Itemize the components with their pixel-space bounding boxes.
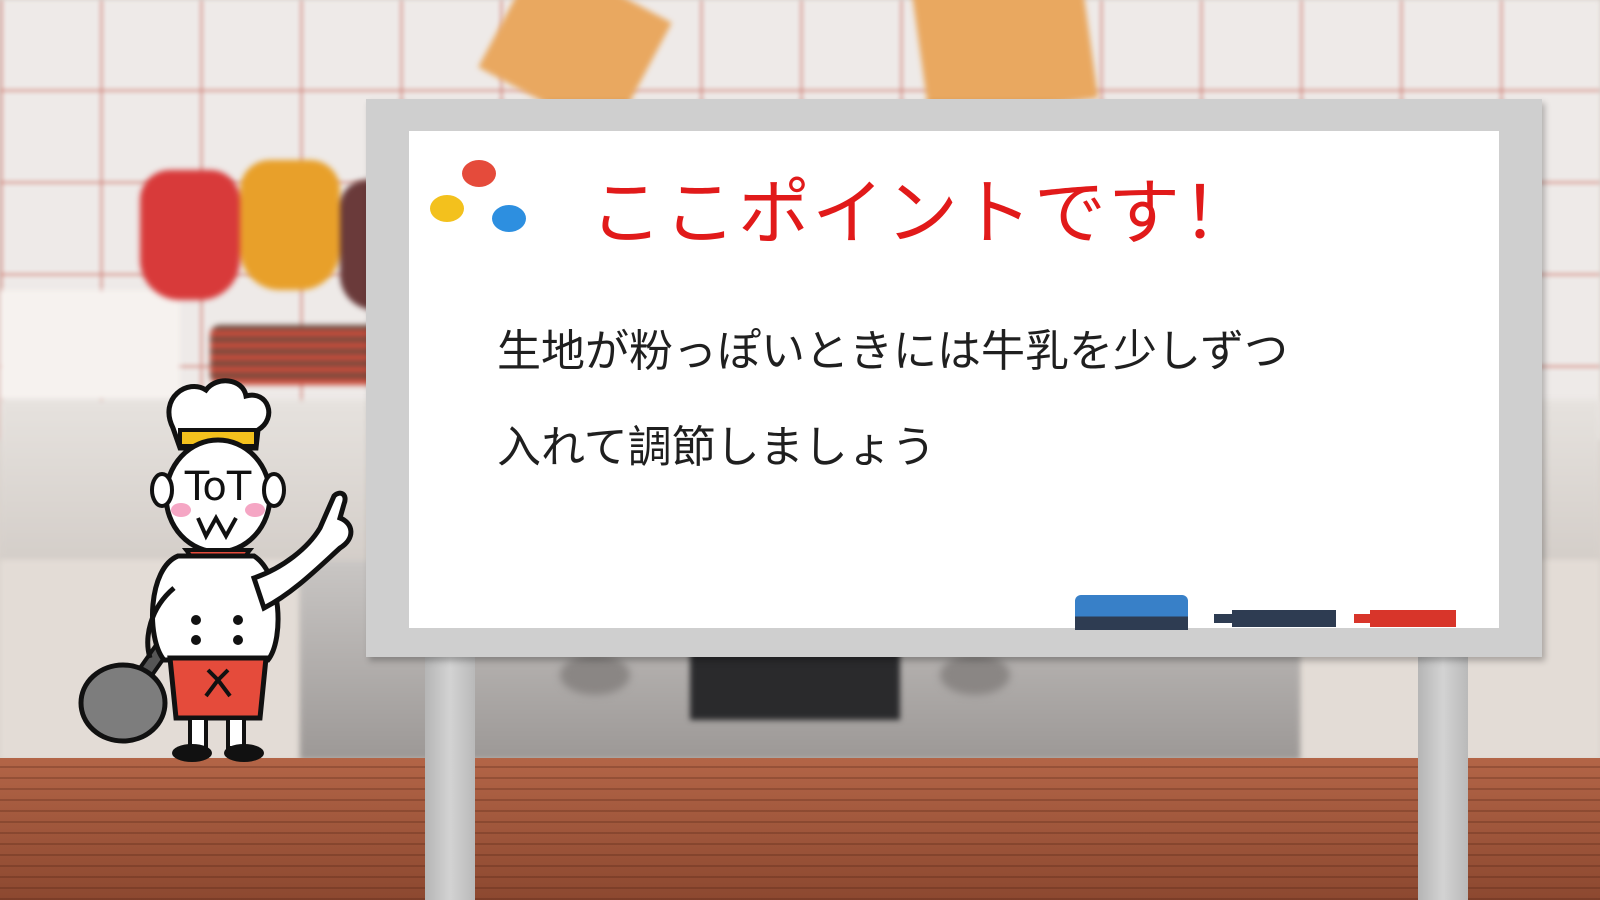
board-leg [425, 650, 475, 900]
three-dots-logo-icon [430, 160, 530, 235]
red-dot [462, 160, 496, 187]
board-title: ここポイントです！ [590, 171, 1257, 255]
board-text-line-1: 生地が粉っぽいときには牛乳を少しずつ [497, 326, 1289, 377]
board-leg [1418, 650, 1468, 900]
marker-icon [1214, 610, 1336, 627]
yellow-dot [430, 195, 464, 222]
mug [240, 160, 340, 290]
stove-knob [560, 655, 630, 695]
chef-mascot-icon: ToT [78, 378, 354, 762]
wooden-table [0, 758, 1600, 900]
blue-dot [492, 205, 526, 232]
stacked-plates [210, 325, 380, 385]
board-text-line-2: 入れて調節しましょう [497, 422, 936, 473]
mug [140, 170, 240, 300]
stove-knob [940, 655, 1010, 695]
stove-panel [690, 650, 900, 720]
kitchen-scene: ここポイントです！ 生地が粉っぽいときには牛乳を少しずつ 入れて調節しましょう … [0, 0, 1600, 900]
marker-icon [1354, 610, 1456, 627]
mascot-face: ToT [184, 464, 252, 510]
frying-pan-icon [78, 640, 171, 744]
eraser-icon [1075, 595, 1188, 630]
